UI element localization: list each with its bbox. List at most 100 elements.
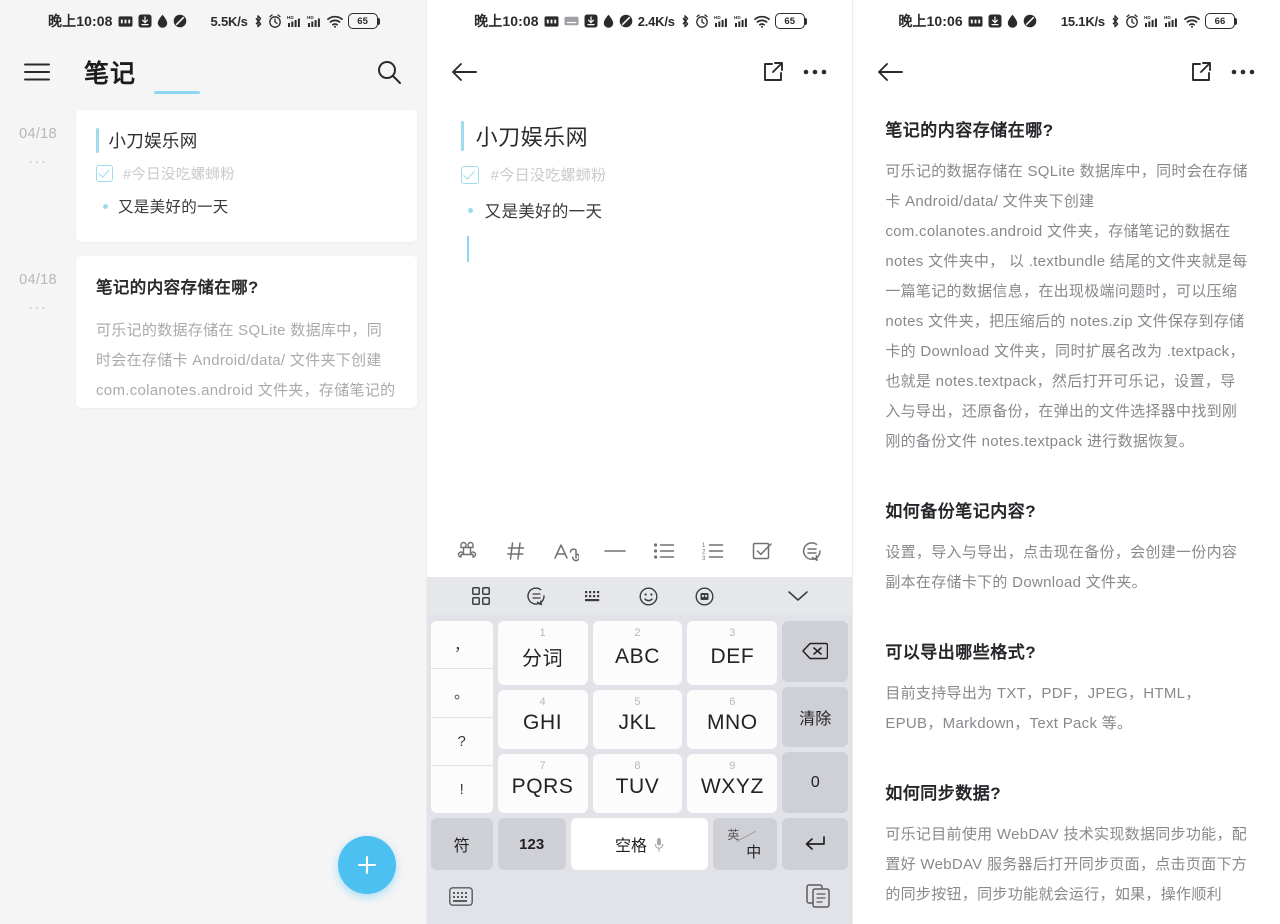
key-period[interactable]: 。 [430,669,493,717]
bluetooth-icon [1110,14,1120,29]
keyboard-layout-icon[interactable] [565,589,621,604]
more-options-icon[interactable] [794,51,836,93]
key-8[interactable]: 8 TUV [592,754,683,813]
numbers-key[interactable]: 123 [497,818,566,870]
signal-2-icon: HD [734,14,749,28]
clipboard-chat-icon[interactable] [509,586,565,606]
more-options-icon[interactable] [1222,51,1264,93]
space-key-label: 空格 [614,838,647,855]
key-5[interactable]: 5 JKL [592,690,683,749]
markdown-toolbar: 123 [426,525,853,577]
collapse-keyboard-chevron-icon[interactable] [770,589,826,603]
note-date: 04/18 [19,126,57,142]
share-export-icon[interactable] [752,51,794,93]
theme-skin-icon[interactable] [677,586,733,606]
checkbox-icon[interactable] [96,165,113,182]
note-card[interactable]: 笔记的内容存储在哪? 可乐记的数据存储在 SQLite 数据库中，同时会在存储卡… [76,256,417,408]
clear-key[interactable]: 清除 [782,686,849,748]
status-bar-panel2: 晚上10:08 2.4K/s HD HD 65 [427,0,853,42]
key-3[interactable]: 3 DEF [687,621,778,685]
sms-icon [968,15,983,28]
back-arrow-icon[interactable] [869,51,911,93]
note-more-icon[interactable]: ... [0,296,76,314]
list-item[interactable]: 04/18 ... 小刀娱乐网 #今日没吃螺蛳粉 又是美好的一天 [0,110,426,242]
status-time: 晚上10:08 [474,13,539,29]
key-7[interactable]: 7 PQRS [497,754,588,813]
network-speed: 2.4K/s [637,13,675,29]
note-body: 可乐记的数据存储在 SQLite 数据库中，同时会在存储卡 Android/da… [96,322,396,399]
quote-bar [460,121,464,151]
page-title: 笔记 [84,54,200,94]
search-icon[interactable] [368,51,410,93]
backspace-key[interactable] [782,621,849,682]
signal-2-icon: HD [307,14,322,28]
horizontal-rule-icon[interactable] [596,532,634,570]
sms-icon [544,15,559,28]
hamburger-menu-icon[interactable] [16,51,58,93]
keyboard-main-rows: ， 。 ? ! 1 分词 2 ABC 3 DEF 4 GHI 5 JKL 6 M… [430,621,849,814]
add-note-fab[interactable] [337,836,396,894]
battery-icon: 65 [347,13,381,29]
key-comma[interactable]: ， [430,621,493,669]
faq-heading: 笔记的内容存储在哪? [885,121,1054,140]
faq-content: 笔记的内容存储在哪? 可乐记的数据存储在 SQLite 数据库中，同时会在存储卡… [853,102,1280,910]
key-6[interactable]: 6 MNO [687,690,778,749]
note-more-icon[interactable]: ... [0,150,76,168]
numbered-list-icon[interactable]: 123 [694,532,732,570]
keyboard-bottom-row: 符 123 空格 英 中 [430,818,849,870]
three-panel-screenshot: 晚上10:08 5.5K/s HD HD 65 笔记 04/18 ... 小刀娱… [0,0,1280,924]
svg-text:HD: HD [1164,15,1171,20]
checkbox-list-icon[interactable] [743,532,781,570]
checkbox-icon[interactable] [460,165,479,184]
clipboard-history-icon[interactable] [806,884,831,913]
key-1[interactable]: 1 分词 [497,621,588,685]
bullet-list-icon[interactable] [645,532,683,570]
alarm-icon [1125,14,1139,28]
battery-level: 66 [1214,15,1226,27]
symbols-key[interactable]: 符 [430,818,493,870]
enter-key[interactable] [782,818,849,870]
key-2[interactable]: 2 ABC [592,621,683,685]
key-5-label: JKL [618,711,657,734]
page-title-text: 笔记 [84,60,137,88]
battery-level: 65 [784,15,796,27]
zero-key[interactable]: 0 [782,752,849,814]
key-question[interactable]: ? [430,717,493,765]
note-meta: 04/18 ... [0,110,76,168]
heading-hash-icon[interactable] [497,532,535,570]
key-3-label: DEF [710,644,755,668]
key-6-number: 6 [729,696,736,708]
signal-2-icon: HD [1164,14,1179,28]
key-4-number: 4 [539,696,546,708]
list-item[interactable]: 04/18 ... 笔记的内容存储在哪? 可乐记的数据存储在 SQLite 数据… [0,256,426,408]
panel-note-editor: 晚上10:08 2.4K/s HD HD 65 小刀娱乐网 #今日没吃螺蛳粉 又… [426,0,854,924]
signal-1-icon: HD [1144,14,1159,28]
note-editor-body[interactable]: 小刀娱乐网 #今日没吃螺蛳粉 又是美好的一天 [427,102,853,262]
key-2-label: ABC [614,644,660,668]
mute-icon [173,14,187,28]
editor-bullet-row: 又是美好的一天 [461,198,829,222]
back-arrow-icon[interactable] [443,51,485,93]
share-export-icon[interactable] [1180,51,1222,93]
note-date: 04/18 [19,272,57,288]
emoji-icon[interactable] [621,586,677,606]
note-list: 04/18 ... 小刀娱乐网 #今日没吃螺蛳粉 又是美好的一天 04/18 .… [0,102,426,408]
note-card[interactable]: 小刀娱乐网 #今日没吃螺蛳粉 又是美好的一天 [76,110,417,242]
font-size-icon[interactable] [547,532,585,570]
key-2-number: 2 [634,627,641,639]
language-toggle-key[interactable]: 英 中 [713,818,778,870]
app-bar-panel2 [427,42,853,102]
key-exclamation[interactable]: ! [430,765,493,813]
numeric-keypad: 1 分词 2 ABC 3 DEF 4 GHI 5 JKL 6 MNO 7 PQR… [497,621,778,813]
apps-grid-icon[interactable] [453,587,509,605]
key-8-number: 8 [634,760,641,772]
command-icon[interactable] [448,532,486,570]
note-heading: 笔记的内容存储在哪? [96,279,259,297]
key-9[interactable]: 9 WXYZ [687,754,778,813]
faq-item: 可以导出哪些格式? 目前支持导出为 TXT，PDF，JPEG，HTML，EPUB… [885,638,1248,739]
title-underline [154,90,200,94]
key-4[interactable]: 4 GHI [497,690,588,749]
quote-icon[interactable] [793,532,831,570]
keyboard-switch-icon[interactable] [448,886,473,911]
space-key[interactable]: 空格 [570,818,709,870]
